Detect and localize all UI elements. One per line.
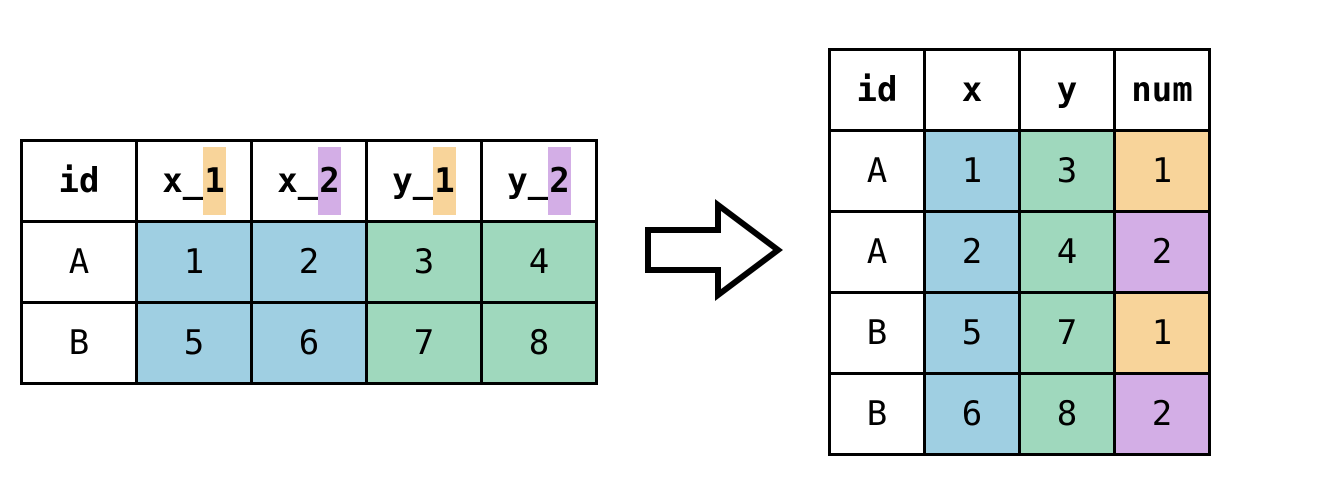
- cell-id: A: [830, 212, 925, 293]
- cell-x2: 2: [252, 222, 367, 303]
- arrow-icon: [638, 190, 788, 314]
- cell-y: 4: [1020, 212, 1115, 293]
- col-x1-suffix: 1: [203, 161, 225, 201]
- col-y1: y_1: [367, 141, 482, 222]
- col-y2-suffix: 2: [548, 161, 570, 201]
- cell-y: 7: [1020, 293, 1115, 374]
- table-row: A 2 4 2: [830, 212, 1210, 293]
- cell-x2: 6: [252, 303, 367, 384]
- wide-table-wrapper: id x_1 x_2 y_1 y_2 A: [20, 119, 598, 385]
- col-id: id: [22, 141, 137, 222]
- col-y2: y_2: [482, 141, 597, 222]
- table-row: B 6 8 2: [830, 374, 1210, 455]
- cell-num: 2: [1115, 374, 1210, 455]
- col-x1: x_1: [137, 141, 252, 222]
- cell-y: 3: [1020, 131, 1115, 212]
- cell-x: 1: [925, 131, 1020, 212]
- col-x2-suffix: 2: [318, 161, 340, 201]
- cell-num: 1: [1115, 131, 1210, 212]
- cell-y1: 3: [367, 222, 482, 303]
- wide-table: id x_1 x_2 y_1 y_2 A: [20, 139, 598, 385]
- cell-y2: 4: [482, 222, 597, 303]
- cell-num: 1: [1115, 293, 1210, 374]
- table-row: A 1 2 3 4: [22, 222, 597, 303]
- col-id: id: [830, 50, 925, 131]
- cell-x1: 5: [137, 303, 252, 384]
- cell-id: B: [830, 293, 925, 374]
- cell-x: 5: [925, 293, 1020, 374]
- col-y1-suffix: 1: [433, 161, 455, 201]
- col-x2: x_2: [252, 141, 367, 222]
- cell-id: B: [22, 303, 137, 384]
- table-row: A 1 3 1: [830, 131, 1210, 212]
- table-row: B 5 7 1: [830, 293, 1210, 374]
- col-y1-prefix: y_: [392, 161, 433, 201]
- col-x2-prefix: x_: [277, 161, 318, 201]
- col-y: y: [1020, 50, 1115, 131]
- col-x: x: [925, 50, 1020, 131]
- cell-y: 8: [1020, 374, 1115, 455]
- cell-id: A: [830, 131, 925, 212]
- cell-x1: 1: [137, 222, 252, 303]
- cell-x: 2: [925, 212, 1020, 293]
- cell-id: B: [830, 374, 925, 455]
- col-num: num: [1115, 50, 1210, 131]
- table-row: B 5 6 7 8: [22, 303, 597, 384]
- cell-num: 2: [1115, 212, 1210, 293]
- cell-x: 6: [925, 374, 1020, 455]
- cell-y1: 7: [367, 303, 482, 384]
- long-table: id x y num A 1 3 1 A 2 4 2: [828, 48, 1211, 456]
- long-table-wrapper: id x y num A 1 3 1 A 2 4 2: [828, 48, 1211, 456]
- col-x1-prefix: x_: [162, 161, 203, 201]
- cell-id: A: [22, 222, 137, 303]
- cell-y2: 8: [482, 303, 597, 384]
- diagram-container: id x_1 x_2 y_1 y_2 A: [20, 30, 1313, 474]
- col-y2-prefix: y_: [507, 161, 548, 201]
